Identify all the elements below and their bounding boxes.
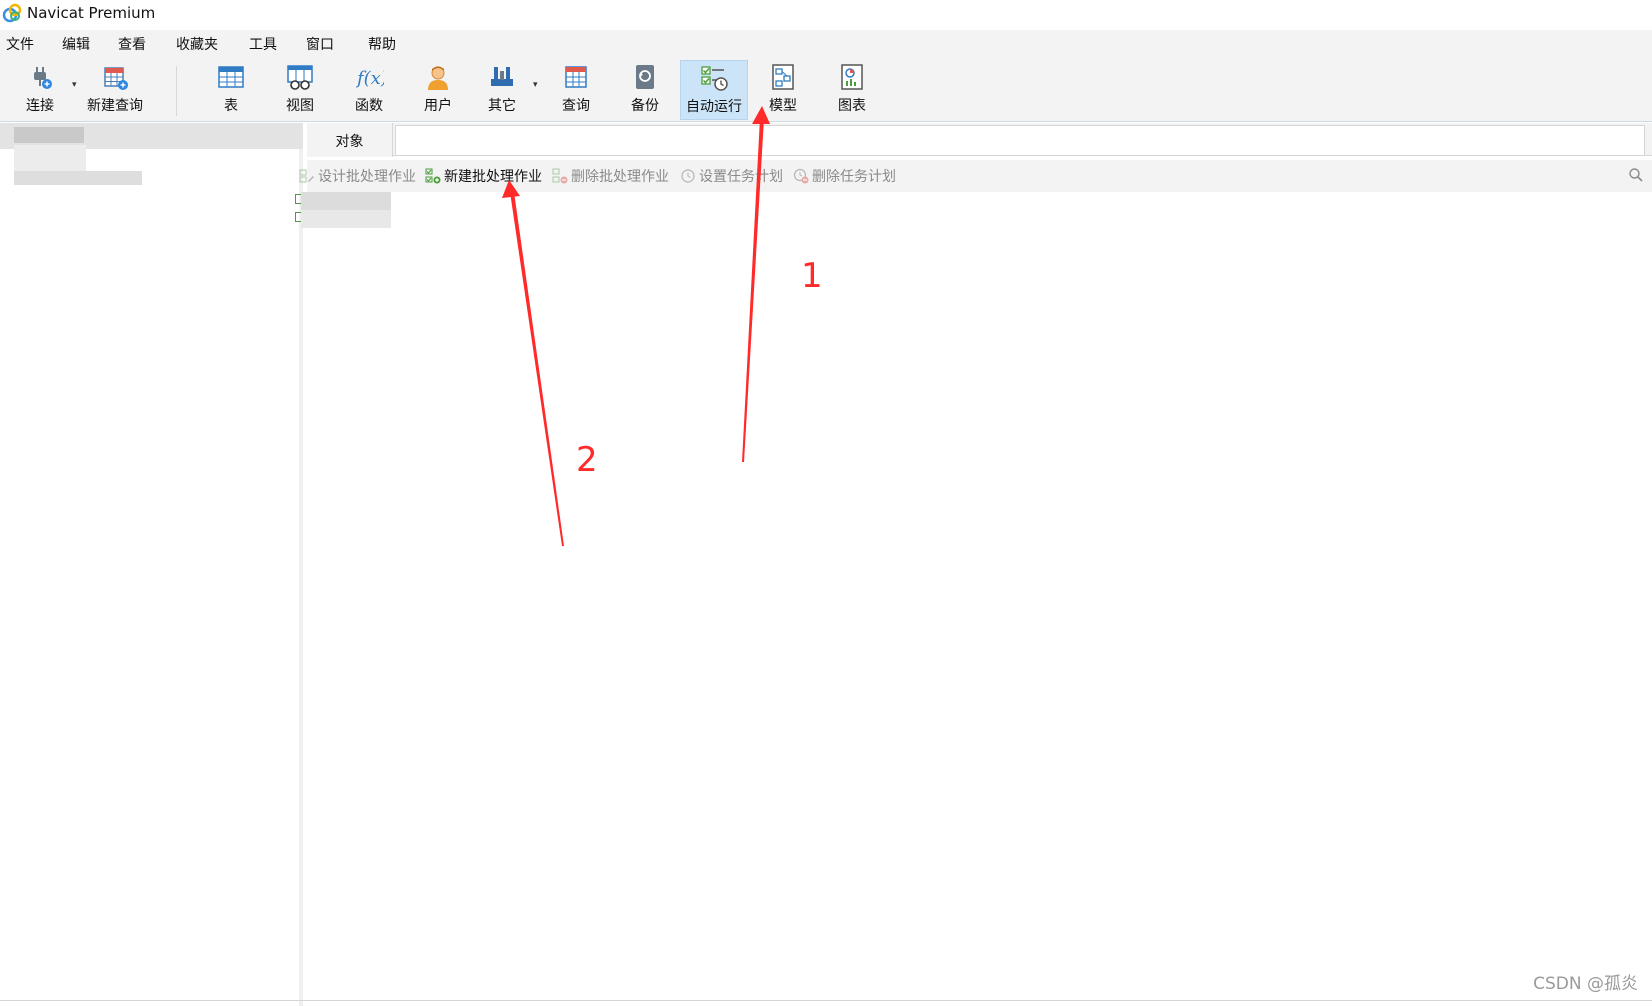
function-button[interactable]: f(x) 函数 <box>335 60 403 120</box>
function-label: 函数 <box>355 98 383 114</box>
tab-objects[interactable]: 对象 <box>307 123 393 157</box>
tab-strip-blank <box>395 125 1645 156</box>
design-batch-job-button[interactable]: 设计批处理作业 <box>299 166 416 186</box>
new-batch-job-label: 新建批处理作业 <box>444 169 542 185</box>
chart-label: 图表 <box>838 98 866 114</box>
annotation-label-1: 1 <box>801 256 823 296</box>
other-label: 其它 <box>488 98 516 114</box>
user-icon <box>428 66 448 90</box>
search-icon[interactable] <box>1628 167 1644 183</box>
set-schedule-label: 设置任务计划 <box>699 169 783 185</box>
delete-batch-job-label: 删除批处理作业 <box>571 169 669 185</box>
menu-edit[interactable]: 编辑 <box>62 34 90 54</box>
view-button[interactable]: 视图 <box>266 60 334 120</box>
other-dropdown-caret[interactable]: ▾ <box>533 80 538 90</box>
function-icon: f(x) <box>355 68 384 89</box>
blurred-batch-job-name[interactable] <box>301 192 391 210</box>
delete-batch-job-button[interactable]: 删除批处理作业 <box>552 166 669 186</box>
menu-bar: 文件 编辑 查看 收藏夹 工具 窗口 帮助 <box>0 30 1652 56</box>
new-query-button[interactable]: 新建查询 <box>80 60 150 120</box>
view-icon <box>287 65 313 90</box>
main-toolbar: 连接 ▾ 新建查询 表 视图 f(x 函数 用户 其它 ▾ 查询 备份 自动运行… <box>0 56 1652 122</box>
user-label: 用户 <box>424 98 452 114</box>
plug-icon <box>34 67 52 89</box>
other-button[interactable]: 其它 <box>468 60 536 120</box>
backup-button[interactable]: 备份 <box>611 60 679 120</box>
design-batch-job-icon <box>299 169 314 183</box>
svg-text:f(x): f(x) <box>355 68 384 89</box>
query-button[interactable]: 查询 <box>542 60 610 120</box>
new-batch-job-button[interactable]: 新建批处理作业 <box>425 166 542 186</box>
table-icon <box>218 66 244 88</box>
user-button[interactable]: 用户 <box>404 60 472 120</box>
automation-label: 自动运行 <box>686 99 742 115</box>
model-label: 模型 <box>769 98 797 114</box>
backup-label: 备份 <box>631 98 659 114</box>
connect-dropdown-caret[interactable]: ▾ <box>72 80 77 90</box>
toolbar-divider <box>176 66 177 116</box>
automation-button[interactable]: 自动运行 <box>680 60 748 120</box>
status-bar-line <box>0 1000 1652 1001</box>
design-batch-job-label: 设计批处理作业 <box>318 169 416 185</box>
chart-icon <box>841 64 863 90</box>
backup-icon <box>636 65 654 89</box>
navicat-logo-icon <box>2 3 22 23</box>
blurred-connection-name <box>14 127 84 143</box>
connect-button[interactable]: 连接 <box>6 60 74 120</box>
automation-icon <box>701 66 728 91</box>
table-button[interactable]: 表 <box>197 60 265 120</box>
menu-tools[interactable]: 工具 <box>249 34 277 54</box>
watermark: CSDN @孤炎 <box>1533 974 1638 994</box>
new-query-label: 新建查询 <box>87 98 143 114</box>
tab-bar: 对象 <box>307 123 1652 157</box>
object-list[interactable] <box>295 192 1652 1006</box>
delete-batch-job-icon <box>552 168 568 184</box>
new-batch-job-icon <box>425 168 441 184</box>
menu-favorites[interactable]: 收藏夹 <box>176 34 218 54</box>
menu-help[interactable]: 帮助 <box>368 34 396 54</box>
new-query-icon <box>104 67 128 90</box>
connect-label: 连接 <box>26 98 54 114</box>
annotation-label-2: 2 <box>576 440 598 480</box>
blurred-batch-job-name[interactable] <box>301 210 391 228</box>
menu-window[interactable]: 窗口 <box>306 34 334 54</box>
delete-schedule-button[interactable]: 删除任务计划 <box>793 166 896 186</box>
chart-button[interactable]: 图表 <box>818 60 886 120</box>
query-icon <box>565 66 587 88</box>
clock-icon <box>681 169 695 183</box>
menu-file[interactable]: 文件 <box>6 34 34 54</box>
delete-schedule-label: 删除任务计划 <box>812 169 896 185</box>
connection-tree-panel[interactable] <box>0 123 303 1006</box>
window-title: Navicat Premium <box>27 4 156 22</box>
table-label: 表 <box>224 98 238 114</box>
blurred-tree-item <box>14 145 86 171</box>
query-label: 查询 <box>562 98 590 114</box>
model-icon <box>772 64 794 90</box>
tools-icon <box>491 67 513 86</box>
delete-schedule-icon <box>793 168 809 184</box>
model-button[interactable]: 模型 <box>749 60 817 120</box>
menu-view[interactable]: 查看 <box>118 34 146 54</box>
set-schedule-button[interactable]: 设置任务计划 <box>680 166 783 186</box>
blurred-tree-item <box>14 171 142 185</box>
title-bar: Navicat Premium <box>0 0 1652 28</box>
view-label: 视图 <box>286 98 314 114</box>
object-toolbar: 设计批处理作业 新建批处理作业 删除批处理作业 设置任务计划 删除任务计划 <box>299 160 1652 192</box>
